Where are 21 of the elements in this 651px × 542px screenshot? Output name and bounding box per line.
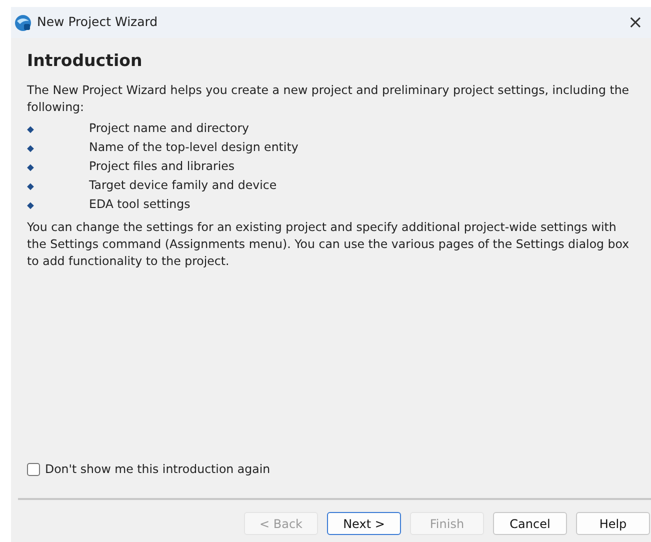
note-paragraph: You can change the settings for an existing project and specify additional project-wide settings with the Settings command (Assignments menu). You can use the various pages of the Settings dialog box to add functionality to the project.: [27, 219, 630, 270]
page-heading: Introduction: [27, 50, 144, 72]
bullet-icon: ◆: [27, 182, 34, 192]
list-item: Project files and libraries: [89, 159, 235, 173]
dialog-button[interactable]: Next >: [327, 512, 401, 535]
intro-paragraph: The New Project Wizard helps you create a new project and preliminary project settings, including the following:: [27, 82, 630, 116]
bullet-icon: ◆: [27, 201, 34, 211]
list-item: Target device family and device: [89, 178, 277, 192]
list-item: Name of the top-level design entity: [89, 140, 298, 154]
dialog-button[interactable]: Help: [576, 512, 650, 535]
window-title: New Project Wizard: [37, 13, 158, 32]
list-item: EDA tool settings: [89, 197, 190, 211]
checkbox[interactable]: [27, 463, 40, 476]
checkbox-label: Don't show me this introduction again: [45, 461, 270, 478]
list-item: Project name and directory: [89, 121, 250, 135]
close-button[interactable]: ×: [626, 14, 645, 32]
bullet-icon: ◆: [27, 163, 34, 173]
bullet-icon: ◆: [27, 144, 34, 154]
dialog-button[interactable]: Cancel: [493, 512, 567, 535]
bullet-icon: ◆: [27, 125, 34, 135]
app-icon: [14, 14, 32, 32]
